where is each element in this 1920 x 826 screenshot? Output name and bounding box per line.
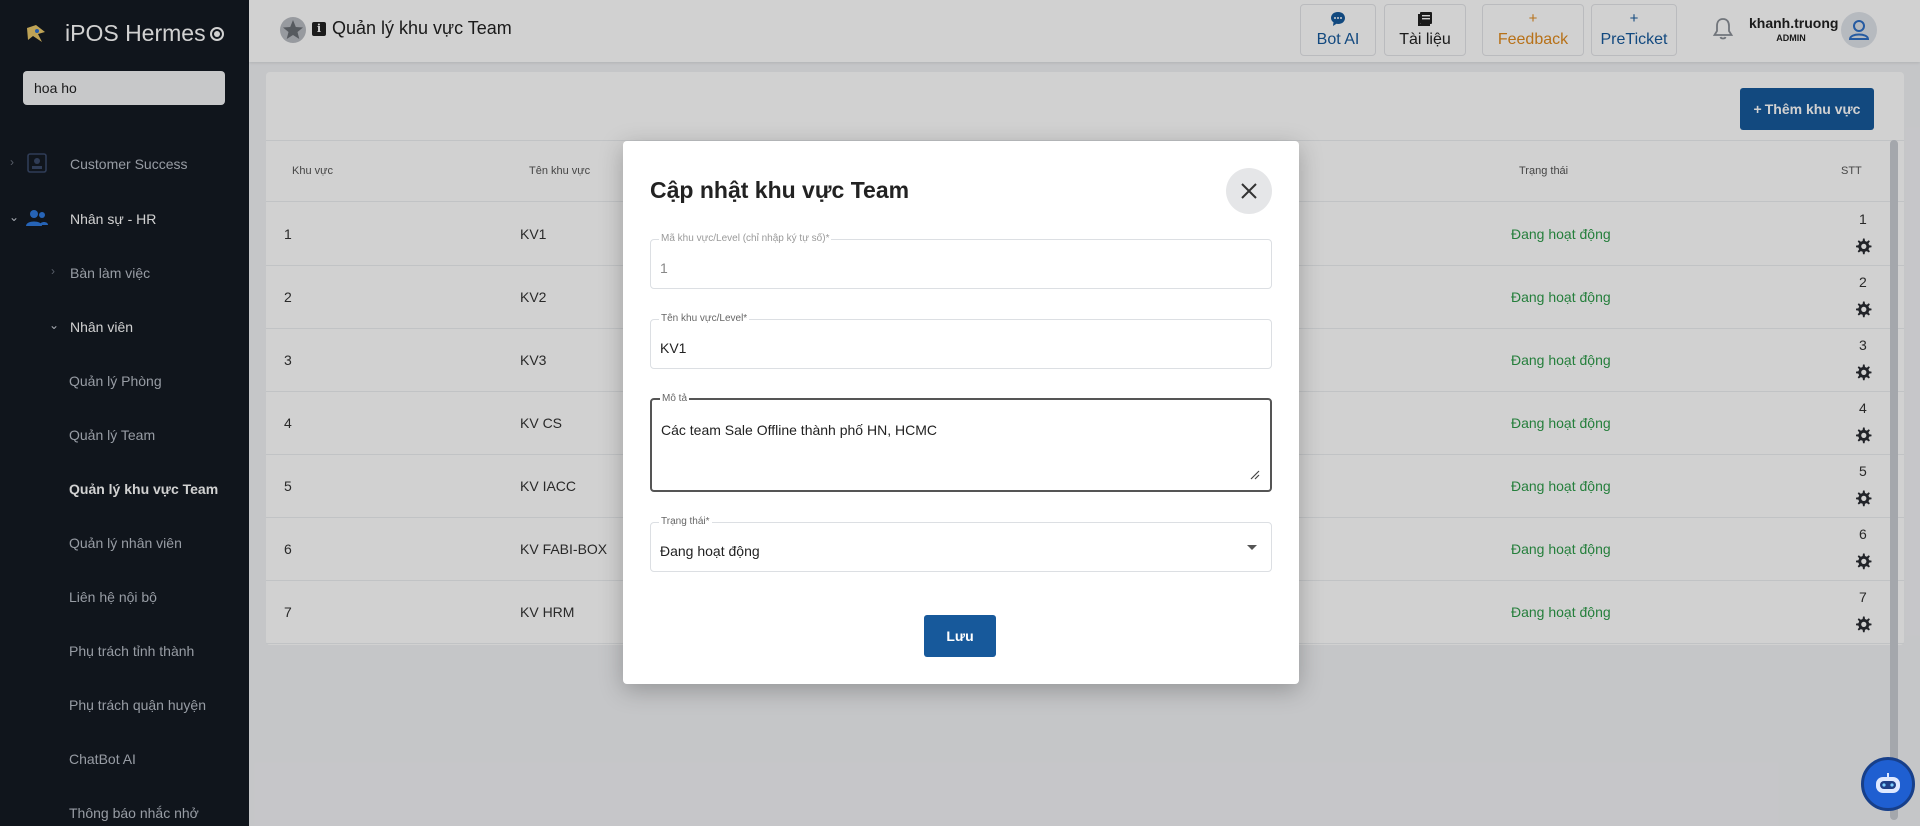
caret-down-icon [1247,545,1257,550]
description-value: Các team Sale Offline thành phố HN, HCMC [661,422,937,438]
status-label: Trạng thái* [659,516,712,527]
area-name-label: Tên khu vực/Level* [659,313,750,324]
area-name-value: KV1 [660,340,687,356]
resize-handle-icon[interactable] [1250,470,1260,480]
close-button[interactable] [1226,168,1272,214]
status-value: Đang hoạt động [660,543,760,559]
area-code-label: Mã khu vực/Level (chỉ nhập ký tự số)* [659,233,832,244]
description-label: Mô tả [660,393,690,404]
update-area-dialog: Cập nhật khu vực Team Mã khu vực/Level (… [623,141,1299,684]
robot-icon [1876,773,1900,793]
chatbot-fab[interactable] [1861,757,1915,811]
area-name-field[interactable]: Tên khu vực/Level* KV1 [650,313,1272,369]
save-button[interactable]: Lưu [924,615,996,657]
description-field[interactable]: Mô tả Các team Sale Offline thành phố HN… [650,393,1272,492]
status-select[interactable]: Trạng thái* Đang hoạt động [650,516,1272,572]
area-code-field: Mã khu vực/Level (chỉ nhập ký tự số)* 1 [650,233,1272,289]
dialog-title: Cập nhật khu vực Team [650,177,910,203]
area-code-value: 1 [660,260,668,276]
close-icon [1241,183,1257,199]
